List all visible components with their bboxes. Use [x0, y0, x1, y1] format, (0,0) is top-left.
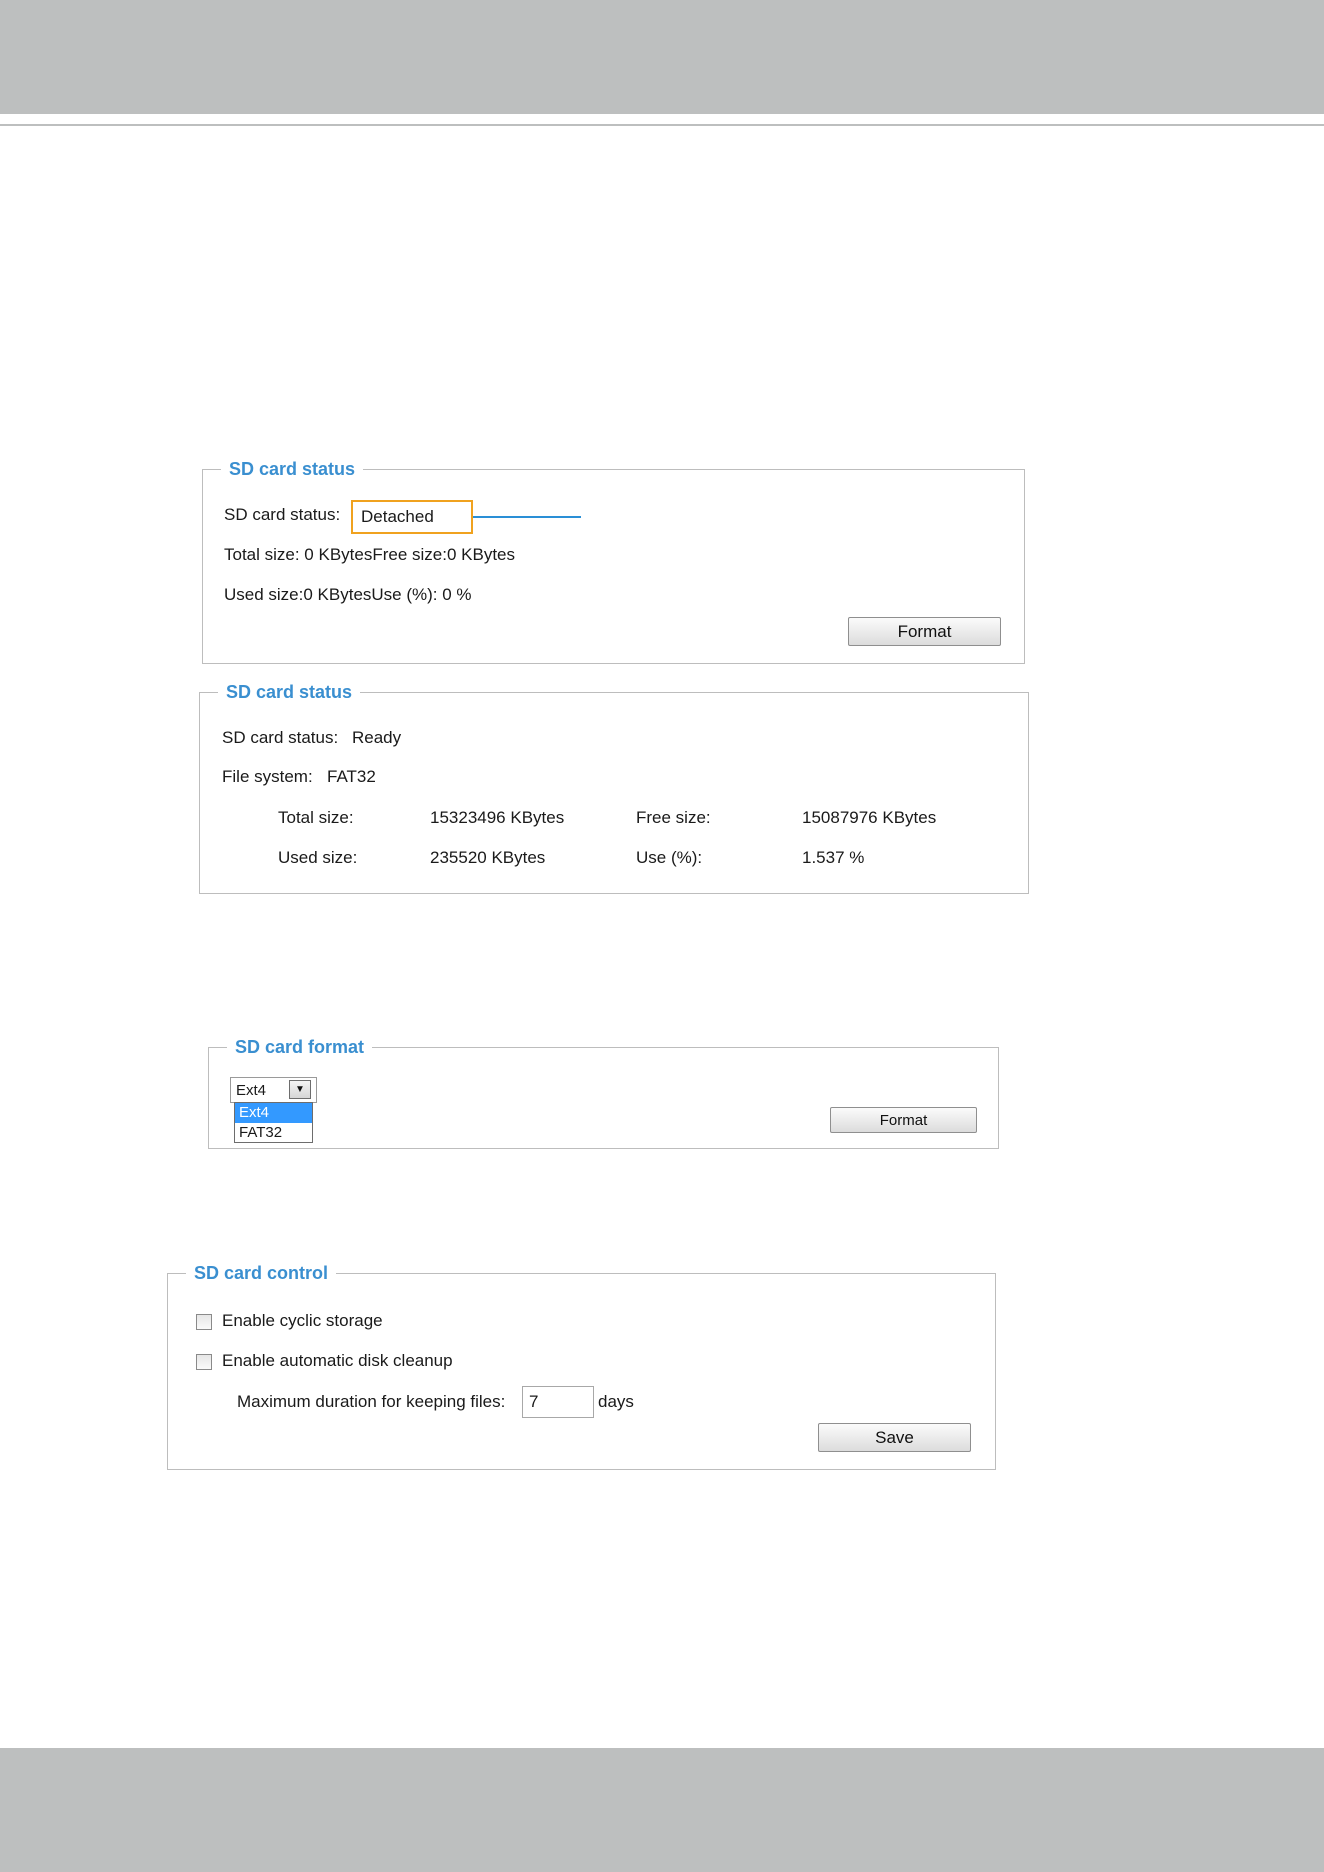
format-button[interactable]: Format: [848, 617, 1001, 646]
panel-legend: SD card status: [229, 459, 356, 479]
sd-status-value-highlight: Detached: [351, 500, 473, 534]
use-percent-label: Use (%):: [636, 848, 703, 867]
max-duration-label: Maximum duration for keeping files:: [237, 1392, 506, 1411]
sd-status-label: SD card status:: [222, 728, 339, 747]
header-band: [0, 0, 1324, 114]
panel-legend: SD card control: [194, 1263, 329, 1283]
dropdown-option-fat32[interactable]: FAT32: [235, 1123, 312, 1143]
max-duration-input[interactable]: 7: [522, 1386, 594, 1418]
free-size-label: Free size:: [636, 808, 711, 827]
auto-cleanup-checkbox[interactable]: [196, 1354, 212, 1370]
used-size-label: Used size:: [278, 848, 358, 867]
total-size-value: 15323496 KBytes: [430, 808, 565, 827]
cyclic-storage-checkbox[interactable]: [196, 1314, 212, 1330]
used-line: Used size:0 KBytesUse (%): 0 %: [224, 585, 472, 604]
use-percent-value: 1.537 %: [802, 848, 865, 867]
dropdown-option-ext4[interactable]: Ext4: [235, 1103, 312, 1123]
save-button[interactable]: Save: [818, 1423, 971, 1452]
cyclic-storage-label: Enable cyclic storage: [222, 1311, 383, 1330]
footer-band: [0, 1748, 1324, 1872]
total-size-label: Total size:: [278, 808, 354, 827]
file-system-label: File system:: [222, 767, 313, 786]
callout-line: [473, 516, 581, 518]
days-label: days: [598, 1392, 634, 1411]
panel-legend: SD card status: [226, 682, 353, 702]
size-line: Total size: 0 KBytesFree size:0 KBytes: [224, 545, 516, 564]
auto-cleanup-label: Enable automatic disk cleanup: [222, 1351, 453, 1370]
sd-status-label: SD card status:: [224, 505, 341, 524]
filesystem-dropdown-list: Ext4 FAT32: [234, 1102, 313, 1143]
file-system-value: FAT32: [327, 767, 376, 786]
panel-legend: SD card format: [235, 1037, 365, 1057]
free-size-value: 15087976 KBytes: [802, 808, 937, 827]
chevron-down-icon[interactable]: ▼: [289, 1080, 311, 1099]
sd-status-value: Ready: [352, 728, 402, 747]
header-divider: [0, 124, 1324, 126]
used-size-value: 235520 KBytes: [430, 848, 546, 867]
format-button[interactable]: Format: [830, 1107, 977, 1133]
